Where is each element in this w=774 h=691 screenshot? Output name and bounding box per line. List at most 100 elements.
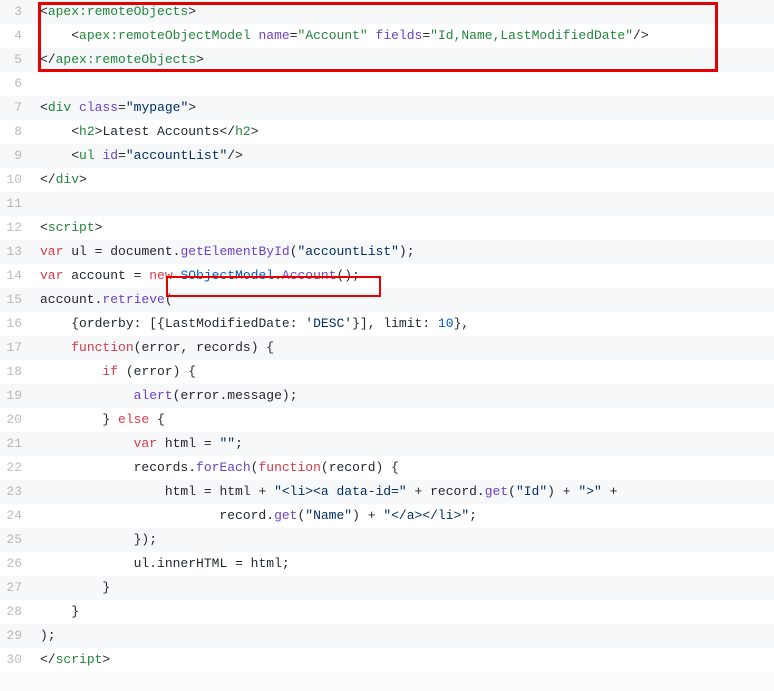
- token-ident: orderby: [79, 316, 134, 331]
- code-content: } else {: [30, 408, 774, 432]
- token-punct: >: [196, 52, 204, 67]
- token-punct: +: [258, 484, 274, 499]
- code-line: 17 function(error, records) {: [0, 336, 774, 360]
- line-number: 5: [0, 48, 30, 72]
- token-ident: error: [180, 388, 219, 403]
- token-punct: ) {: [251, 340, 274, 355]
- token-ident: record: [430, 484, 477, 499]
- token-ident: [40, 388, 134, 403]
- token-tag: div: [48, 100, 71, 115]
- code-content: alert(error.message);: [30, 384, 774, 408]
- token-string: "mypage": [126, 100, 188, 115]
- code-content: <script>: [30, 216, 774, 240]
- code-content: }: [30, 600, 774, 624]
- token-punct: =: [95, 244, 111, 259]
- token-punct: =: [134, 268, 150, 283]
- token-punct: >: [95, 220, 103, 235]
- token-blue: 10: [438, 316, 454, 331]
- code-line: 10</div>: [0, 168, 774, 192]
- token-ident: limit: [383, 316, 422, 331]
- code-line: 14var account = new SObjectModel.Account…: [0, 264, 774, 288]
- token-punct: </: [40, 172, 56, 187]
- line-number: 23: [0, 480, 30, 504]
- token-func: get: [274, 508, 297, 523]
- line-number: 16: [0, 312, 30, 336]
- token-punct: ,: [180, 340, 196, 355]
- token-punct: },: [454, 316, 470, 331]
- token-ident: [40, 340, 71, 355]
- token-ident: LastModifiedDate: [165, 316, 290, 331]
- code-content: );: [30, 624, 774, 648]
- token-ident: [227, 556, 235, 571]
- line-number: 3: [0, 0, 30, 24]
- token-punct: +: [610, 484, 618, 499]
- line-number: 15: [0, 288, 30, 312]
- code-line: 12<script>: [0, 216, 774, 240]
- token-punct: ): [547, 484, 563, 499]
- line-number: 22: [0, 456, 30, 480]
- line-number: 27: [0, 576, 30, 600]
- code-content: record.get("Name") + "</a></li>";: [30, 504, 774, 528]
- token-func: forEach: [196, 460, 251, 475]
- token-attr-name: name: [258, 28, 289, 43]
- token-keyword: var: [40, 268, 63, 283]
- code-content: function(error, records) {: [30, 336, 774, 360]
- token-blue: SObjectModel: [180, 268, 274, 283]
- line-number: 18: [0, 360, 30, 384]
- line-number: 21: [0, 432, 30, 456]
- token-punct: =: [204, 484, 220, 499]
- code-line: 19 alert(error.message);: [0, 384, 774, 408]
- code-content: html = html + "<li><a data-id=" + record…: [30, 480, 774, 504]
- token-tag: apex:remoteObjects: [56, 52, 196, 67]
- token-punct: =: [204, 436, 220, 451]
- token-ident: html: [251, 556, 282, 571]
- line-number: 8: [0, 120, 30, 144]
- line-number: 19: [0, 384, 30, 408]
- token-punct: </: [40, 652, 56, 667]
- token-punct: (: [165, 292, 173, 307]
- token-punct: });: [134, 532, 157, 547]
- token-ident: document: [110, 244, 172, 259]
- token-attr-name: id: [102, 148, 118, 163]
- token-string: "Id": [516, 484, 547, 499]
- code-line: 29);: [0, 624, 774, 648]
- token-punct: <: [40, 4, 48, 19]
- token-punct: />: [227, 148, 243, 163]
- token-ident: [71, 100, 79, 115]
- token-punct: />: [633, 28, 649, 43]
- token-tag: ul: [79, 148, 95, 163]
- line-number: 4: [0, 24, 30, 48]
- token-keyword: new: [149, 268, 172, 283]
- token-func: Account: [282, 268, 337, 283]
- code-content: var account = new SObjectModel.Account()…: [30, 264, 774, 288]
- token-ident: records: [196, 340, 251, 355]
- token-string: "<li><a data-id=": [274, 484, 407, 499]
- code-line: 25 });: [0, 528, 774, 552]
- token-punct: ;: [235, 436, 243, 451]
- code-line: 21 var html = "";: [0, 432, 774, 456]
- token-ident: error: [141, 340, 180, 355]
- token-punct: <: [71, 148, 79, 163]
- token-punct: </: [219, 124, 235, 139]
- token-punct: =: [290, 28, 298, 43]
- code-line: 9 <ul id="accountList"/>: [0, 144, 774, 168]
- token-punct: >: [102, 652, 110, 667]
- line-number: 7: [0, 96, 30, 120]
- line-number: 14: [0, 264, 30, 288]
- line-number: 26: [0, 552, 30, 576]
- token-ident: [40, 532, 134, 547]
- code-line: 23 html = html + "<li><a data-id=" + rec…: [0, 480, 774, 504]
- token-string: "accountList": [126, 148, 227, 163]
- token-ident: record: [40, 508, 266, 523]
- token-punct: >: [251, 124, 259, 139]
- token-func: get: [485, 484, 508, 499]
- token-punct: =: [118, 100, 126, 115]
- token-tag: h2: [235, 124, 251, 139]
- token-ident: Latest Accounts: [102, 124, 219, 139]
- token-string: "accountList": [298, 244, 399, 259]
- token-tag: apex:remoteObjects: [48, 4, 188, 19]
- code-content: <apex:remoteObjects>: [30, 0, 774, 24]
- token-punct: <: [40, 100, 48, 115]
- token-dkgreen: "Account": [298, 28, 368, 43]
- token-punct: ) {: [173, 364, 196, 379]
